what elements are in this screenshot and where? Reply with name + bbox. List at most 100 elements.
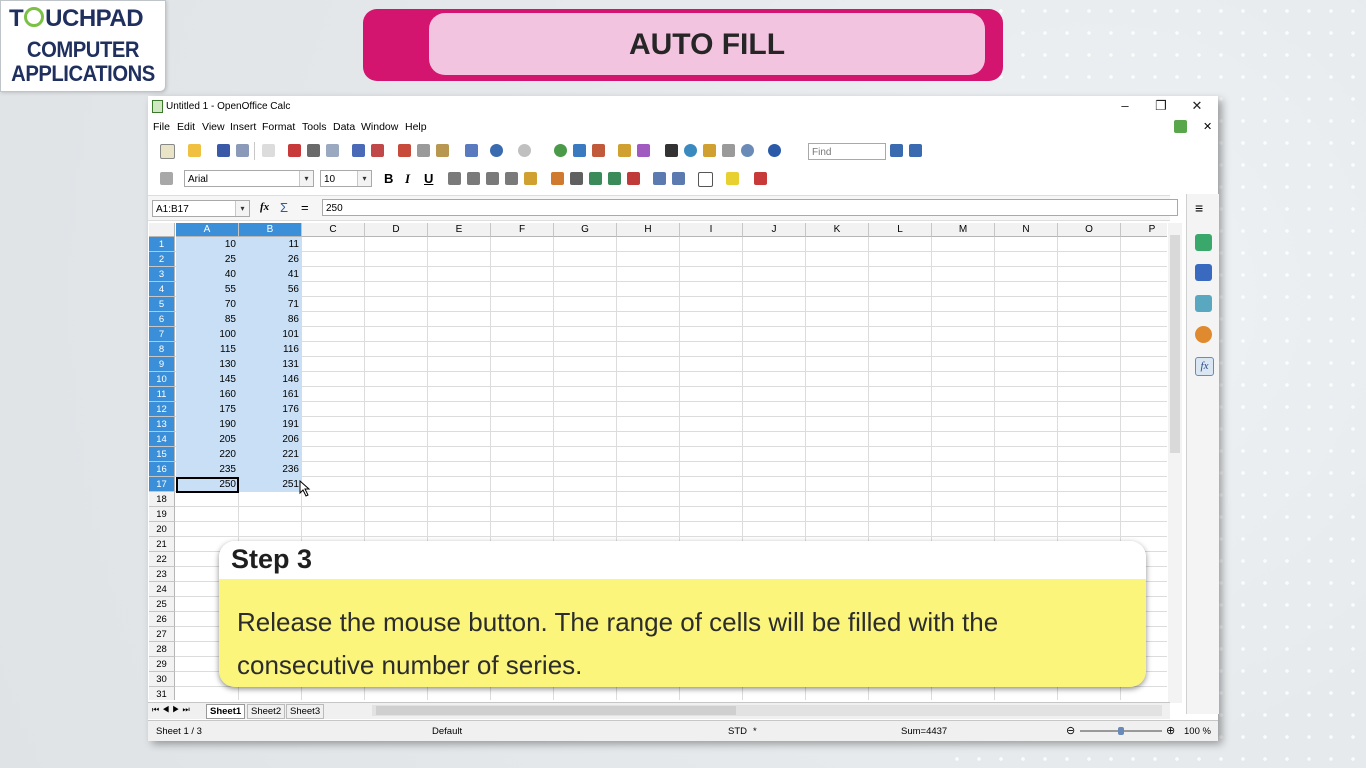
sidebar-menu-icon[interactable]: ≡ [1195,200,1203,216]
cell-b3[interactable]: 41 [239,267,302,282]
menu-insert[interactable]: Insert [230,121,256,133]
cell-b10[interactable]: 146 [239,372,302,387]
print-icon[interactable] [307,144,320,157]
zoom-icon[interactable] [741,144,754,157]
close-button[interactable]: ✕ [1182,97,1212,115]
gallery-icon[interactable] [703,144,716,157]
column-header-d[interactable]: D [365,223,428,237]
new-document-icon[interactable] [160,144,175,159]
row-header[interactable]: 18 [149,492,175,507]
cell-b8[interactable]: 116 [239,342,302,357]
align-center-icon[interactable] [467,172,480,185]
paste-icon[interactable] [436,144,449,157]
cell-a7[interactable]: 100 [176,327,239,342]
spellcheck-icon[interactable] [352,144,365,157]
autospellcheck-icon[interactable] [371,144,384,157]
cell-a5[interactable]: 70 [176,297,239,312]
column-header-n[interactable]: N [995,223,1058,237]
column-header-k[interactable]: K [806,223,869,237]
find-next-icon[interactable] [890,144,903,157]
row-header[interactable]: 15 [149,447,175,462]
zoom-in-icon[interactable]: ⊕ [1166,724,1175,737]
decrease-indent-icon[interactable] [653,172,666,185]
column-header-p[interactable]: P [1121,223,1167,237]
find-replace-icon[interactable] [665,144,678,157]
column-header-m[interactable]: M [932,223,995,237]
horizontal-scrollbar[interactable] [372,705,1162,716]
restore-button[interactable]: ❐ [1146,97,1176,115]
column-header-j[interactable]: J [743,223,806,237]
vertical-scrollbar[interactable] [1168,223,1182,703]
find-input[interactable]: Find [808,143,886,160]
row-header[interactable]: 22 [149,552,175,567]
cell-b16[interactable]: 236 [239,462,302,477]
cell-b15[interactable]: 221 [239,447,302,462]
draw-functions-icon[interactable] [637,144,650,157]
navigator-sidebar-icon[interactable] [1195,326,1212,343]
minimize-button[interactable]: – [1110,97,1140,115]
styles-formatting-icon[interactable] [1195,264,1212,281]
row-header[interactable]: 16 [149,462,175,477]
clone-formatting-icon[interactable] [465,144,478,157]
chevron-down-icon[interactable]: ▾ [235,201,249,216]
cell-b5[interactable]: 71 [239,297,302,312]
row-header[interactable]: 31 [149,687,175,700]
export-pdf-icon[interactable] [288,144,301,157]
font-color-icon[interactable] [754,172,767,185]
cell-b2[interactable]: 26 [239,252,302,267]
cell-a13[interactable]: 190 [176,417,239,432]
row-header[interactable]: 11 [149,387,175,402]
font-name-select[interactable]: Arial ▾ [184,170,314,187]
cell-b9[interactable]: 131 [239,357,302,372]
cell-a3[interactable]: 40 [176,267,239,282]
column-header-o[interactable]: O [1058,223,1121,237]
merge-cells-icon[interactable] [524,172,537,185]
zoom-slider[interactable] [1080,727,1162,735]
underline-button[interactable]: U [424,171,433,186]
styles-icon[interactable] [160,172,173,185]
cell-a2[interactable]: 25 [176,252,239,267]
open-folder-icon[interactable] [188,144,201,157]
menu-help[interactable]: Help [405,121,427,133]
row-header[interactable]: 30 [149,672,175,687]
cell-b6[interactable]: 86 [239,312,302,327]
cell-b7[interactable]: 101 [239,327,302,342]
row-header[interactable]: 28 [149,642,175,657]
gallery-sidebar-icon[interactable] [1195,295,1212,312]
function-button[interactable]: = [301,200,309,215]
add-decimal-icon[interactable] [608,172,621,185]
zoom-out-icon[interactable]: ⊖ [1066,724,1075,737]
row-header[interactable]: 19 [149,507,175,522]
cell-a12[interactable]: 175 [176,402,239,417]
zoom-slider-knob[interactable] [1118,727,1124,735]
column-header-g[interactable]: G [554,223,617,237]
doc-close-button[interactable]: ✕ [1203,120,1212,133]
column-header-e[interactable]: E [428,223,491,237]
row-header[interactable]: 5 [149,297,175,312]
save-icon[interactable] [217,144,230,157]
increase-indent-icon[interactable] [672,172,685,185]
currency-icon[interactable] [551,172,564,185]
cell-b12[interactable]: 176 [239,402,302,417]
borders-icon[interactable] [698,172,713,187]
chevron-down-icon[interactable]: ▾ [299,171,313,186]
cell-a4[interactable]: 55 [176,282,239,297]
align-left-icon[interactable] [448,172,461,185]
function-wizard-icon[interactable]: fx [260,201,269,213]
row-header[interactable]: 24 [149,582,175,597]
column-header-a[interactable]: A [176,223,239,237]
row-header[interactable]: 4 [149,282,175,297]
standard-format-icon[interactable] [589,172,602,185]
edit-file-icon[interactable] [262,144,275,157]
cell-a10[interactable]: 145 [176,372,239,387]
menu-view[interactable]: View [202,121,225,133]
properties-icon[interactable] [1195,234,1212,251]
menu-window[interactable]: Window [361,121,398,133]
menu-edit[interactable]: Edit [177,121,195,133]
find-previous-icon[interactable] [909,144,922,157]
row-header[interactable]: 7 [149,327,175,342]
sort-descending-icon[interactable] [592,144,605,157]
cell-a6[interactable]: 85 [176,312,239,327]
row-header[interactable]: 14 [149,432,175,447]
chart-icon[interactable] [618,144,631,157]
